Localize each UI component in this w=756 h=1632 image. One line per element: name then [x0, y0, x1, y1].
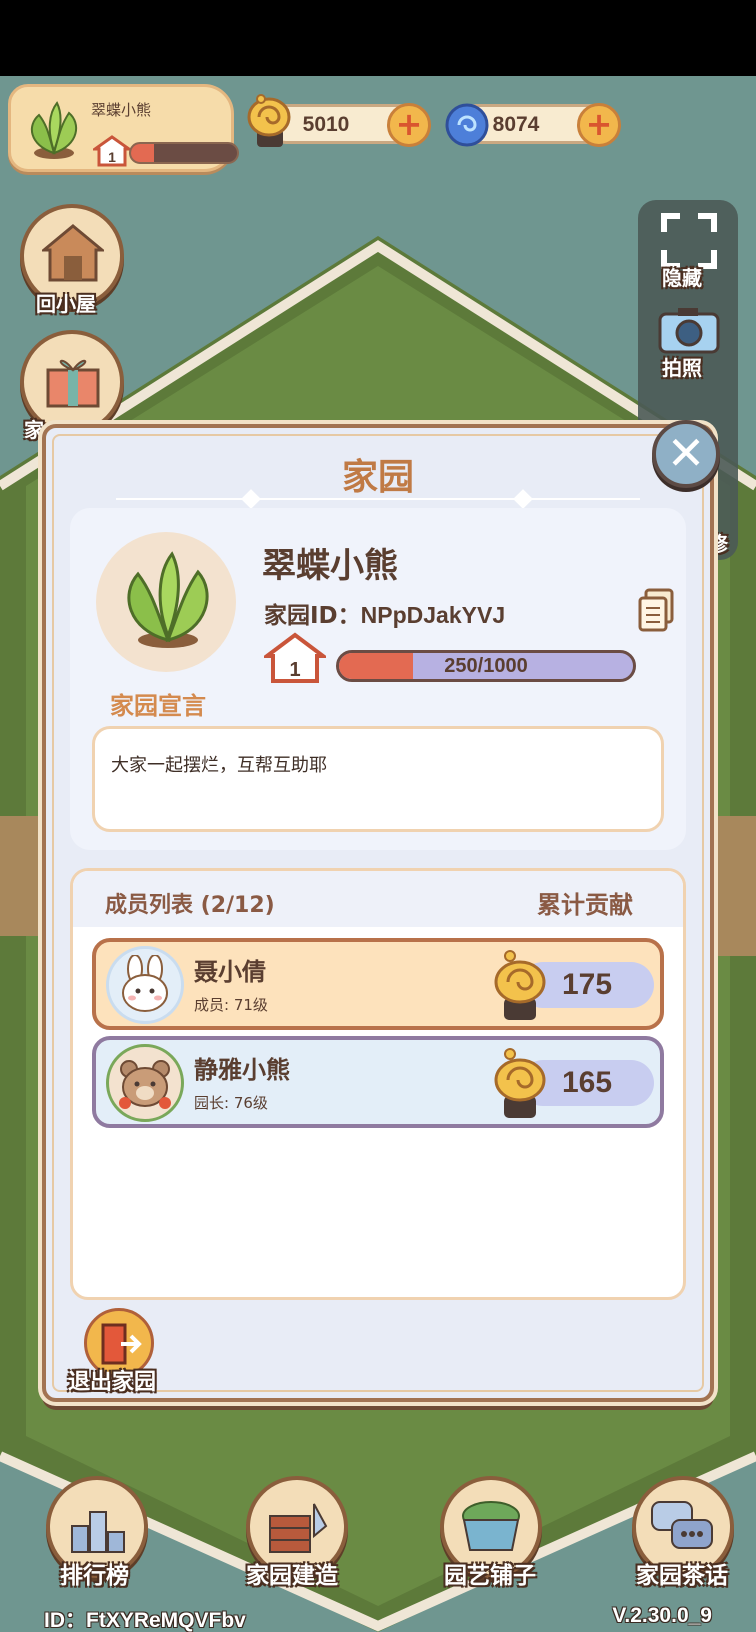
garden-shop-label: 园艺铺子 [444, 1563, 536, 1589]
snail-trophy-icon [494, 950, 546, 1020]
add-gems-button[interactable]: + [577, 103, 621, 147]
player-id-footer: ID：FtXYReMQVFbv [44, 1609, 246, 1632]
declaration-box[interactable]: 大家一起摆烂，互帮互助耶 [92, 726, 664, 832]
declaration-label: 家园宣言 [110, 692, 206, 720]
title-divider [116, 498, 640, 500]
members-list-title: 成员列表 (2/12) [105, 893, 275, 918]
player-level-progress-fill [131, 144, 155, 162]
modal-title: 家园 [341, 457, 414, 498]
level-house-icon: 1 [93, 135, 131, 167]
bunny-avatar-icon [122, 955, 168, 1012]
player-profile-card[interactable]: 翠蝶小熊 1 [8, 84, 239, 172]
gift-label: 家 [24, 418, 44, 442]
contribution-column-title: 累计贡献 [537, 891, 633, 919]
garden-name: 翠蝶小熊 [262, 546, 398, 586]
podium-icon [71, 1511, 125, 1553]
garden-avatar [96, 532, 236, 672]
member-row[interactable]: 静雅小熊 园长: 76级 165 [92, 1036, 664, 1128]
add-coins-button[interactable]: + [387, 103, 431, 147]
garden-id-row: 家园ID：NPpDJakYVJ [264, 596, 505, 630]
member-avatar [106, 1044, 184, 1122]
gift-box-icon [46, 359, 100, 408]
brick-trowel-icon [269, 1503, 328, 1553]
members-header: 成员列表 (2/12) 累计贡献 [73, 871, 683, 927]
ranking-label: 排行榜 [60, 1563, 129, 1589]
snail-coin-amount: 5010 [302, 113, 350, 136]
gem-amount: 8074 [492, 113, 540, 136]
garden-build-label: 家园建造 [246, 1563, 338, 1589]
close-icon: ✕ [666, 426, 706, 480]
member-name: 静雅小熊 [194, 1056, 290, 1084]
member-role-level: 成员: 71级 [194, 996, 268, 1014]
garden-level-house-icon: 1 [264, 632, 326, 683]
garden-id-label: 家园ID： [264, 603, 361, 629]
back-to-house-label: 回小屋 [36, 292, 96, 316]
close-modal-button[interactable]: ✕ [652, 420, 720, 488]
garden-exp-text: 250/1000 [444, 655, 528, 677]
player-level: 1 [108, 149, 116, 165]
snail-coin-counter: 5010 + [247, 94, 431, 147]
garden-level: 1 [289, 659, 300, 681]
gem-counter: 8074 + [445, 103, 621, 147]
member-row[interactable]: 聂小倩 成员: 71级 175 [92, 938, 664, 1030]
player-name: 翠蝶小熊 [91, 101, 152, 119]
flower-basket-icon [462, 1501, 520, 1551]
player-level-progress [129, 142, 239, 164]
house-icon [42, 224, 104, 282]
garden-id-value: NPpDJakYVJ [360, 602, 506, 628]
garden-chat-label: 家园茶话 [636, 1563, 728, 1589]
hide-ui-label: 隐藏 [662, 266, 702, 290]
photo-label: 拍照 [662, 356, 702, 380]
chat-bubbles-icon [651, 1501, 713, 1549]
plant-avatar-icon [127, 551, 209, 648]
status-bar [0, 0, 756, 76]
garden-exp-bar: 250/1000 [336, 650, 636, 682]
member-role-level: 园长: 76级 [194, 1094, 268, 1112]
version-label: V.2.30.0_9 [612, 1604, 712, 1627]
member-name: 聂小倩 [194, 958, 266, 986]
exit-garden-label: 退出家园 [68, 1370, 157, 1395]
camera-icon[interactable] [656, 304, 722, 356]
copy-id-icon[interactable] [636, 588, 676, 632]
declaration-text: 大家一起摆烂，互帮互助耶 [111, 755, 327, 776]
bear-avatar-icon [119, 1060, 171, 1109]
snail-trophy-icon [494, 1048, 546, 1118]
plant-avatar-icon [30, 101, 78, 159]
member-avatar [106, 946, 184, 1024]
exit-door-icon [101, 1323, 142, 1365]
